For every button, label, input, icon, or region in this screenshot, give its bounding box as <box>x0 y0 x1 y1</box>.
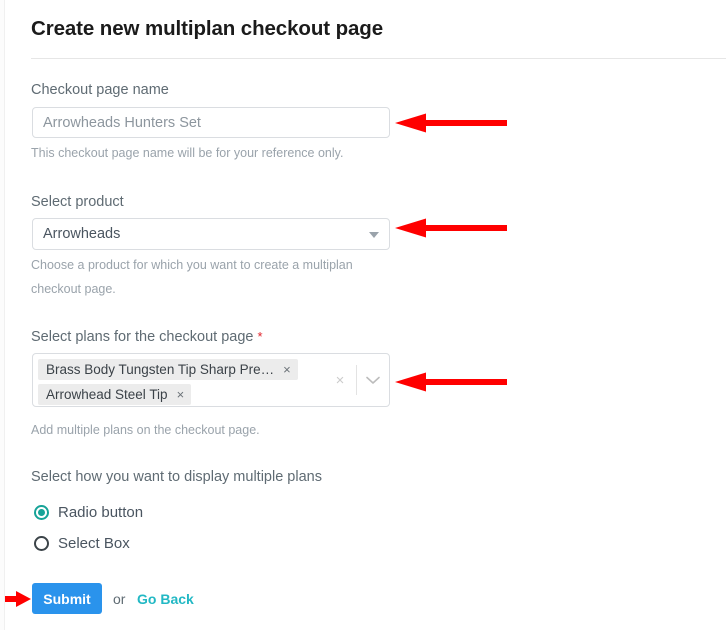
chevron-down-icon[interactable] <box>357 376 389 385</box>
plans-label: Select plans for the checkout page * <box>31 329 263 345</box>
plan-chip-label: Arrowhead Steel Tip <box>46 387 168 402</box>
plan-chip[interactable]: Brass Body Tungsten Tip Sharp Pre… × <box>38 359 298 380</box>
title-divider <box>31 58 726 59</box>
plan-chip-label: Brass Body Tungsten Tip Sharp Pre… <box>46 362 275 377</box>
required-asterisk: * <box>257 329 263 344</box>
radio-option-radio-button[interactable]: Radio button <box>34 504 143 521</box>
plan-chip[interactable]: Arrowhead Steel Tip × <box>38 384 192 405</box>
plans-label-text: Select plans for the checkout page <box>31 329 254 345</box>
radio-unselected-icon <box>34 536 49 551</box>
radio-option-label: Radio button <box>58 504 144 521</box>
radio-option-label: Select Box <box>58 535 130 552</box>
checkout-name-helper: This checkout page name will be for your… <box>31 146 344 160</box>
arrow-to-plans-multiselect <box>394 371 509 393</box>
page-title: Create new multiplan checkout page <box>31 17 384 40</box>
arrow-to-checkout-name-input <box>394 112 509 134</box>
plans-helper: Add multiple plans on the checkout page. <box>31 423 260 437</box>
clear-all-icon[interactable]: × <box>324 372 356 389</box>
close-icon[interactable]: × <box>177 388 185 401</box>
checkout-name-input[interactable] <box>32 107 390 138</box>
chevron-down-icon <box>369 232 379 238</box>
radio-selected-icon <box>34 505 49 520</box>
product-select-value: Arrowheads <box>43 226 121 242</box>
plans-multiselect-controls: × <box>324 354 389 406</box>
checkout-name-label: Checkout page name <box>31 82 169 98</box>
product-label: Select product <box>31 194 124 210</box>
display-mode-label: Select how you want to display multiple … <box>31 469 322 485</box>
submit-button[interactable]: Submit <box>32 583 102 614</box>
go-back-link[interactable]: Go Back <box>137 591 194 607</box>
plans-chip-list: Brass Body Tungsten Tip Sharp Pre… × Arr… <box>38 359 338 409</box>
close-icon[interactable]: × <box>283 363 291 376</box>
radio-option-select-box[interactable]: Select Box <box>34 535 130 552</box>
plans-multiselect[interactable]: Brass Body Tungsten Tip Sharp Pre… × Arr… <box>32 353 390 407</box>
product-select[interactable]: Arrowheads <box>32 218 390 250</box>
or-separator-label: or <box>113 591 126 607</box>
product-helper-line1: Choose a product for which you want to c… <box>31 258 353 272</box>
product-helper-line2: checkout page. <box>31 282 116 296</box>
arrow-to-product-select <box>394 217 509 239</box>
create-multiplan-checkout-page-form: Create new multiplan checkout page Check… <box>0 0 726 630</box>
arrow-to-submit-button <box>5 589 33 609</box>
